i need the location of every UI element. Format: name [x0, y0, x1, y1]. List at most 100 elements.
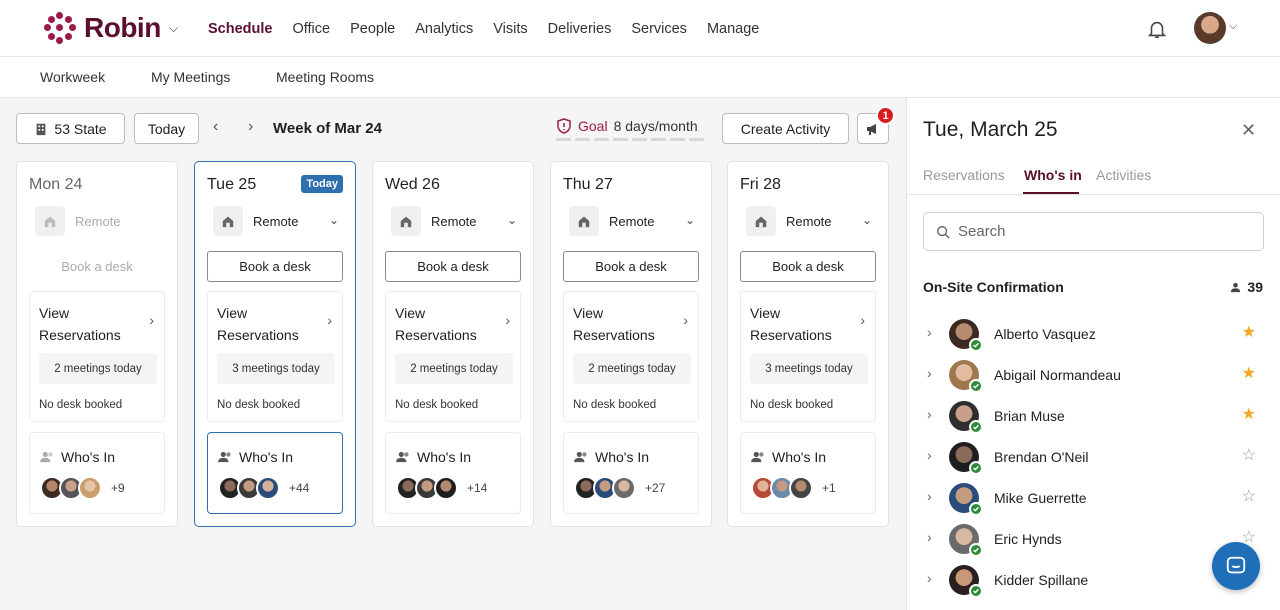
location-selector[interactable]: Remote ⌄: [213, 206, 339, 236]
notification-badge: 1: [876, 106, 895, 125]
robin-logo[interactable]: Robin ⌵: [44, 12, 178, 44]
chevron-down-icon[interactable]: ⌵: [1229, 20, 1237, 33]
person-row[interactable]: › Alberto Vasquez ★: [923, 316, 1264, 356]
star-outline-icon[interactable]: ☆: [1242, 445, 1256, 465]
check-icon: [969, 338, 983, 352]
location-selector[interactable]: Remote ⌄: [746, 206, 872, 236]
chevron-down-icon[interactable]: ⌵: [169, 21, 178, 36]
tab-whos-in[interactable]: Who's in: [1024, 167, 1082, 183]
location-selector[interactable]: Remote ⌄: [391, 206, 517, 236]
meetings-count: 2 meetings today: [39, 353, 157, 384]
person-icon: [1231, 282, 1241, 292]
schedule-main: 53 State Today ‹ › Week of Mar 24 Goal 8…: [0, 98, 905, 610]
meetings-count: 2 meetings today: [573, 353, 691, 384]
star-filled-icon[interactable]: ★: [1242, 322, 1256, 342]
star-outline-icon[interactable]: ☆: [1242, 486, 1256, 506]
nav-people[interactable]: People: [350, 21, 395, 37]
more-count: +27: [645, 481, 666, 495]
location-label: Remote: [253, 213, 299, 229]
whos-in-label: Who's In: [595, 449, 650, 465]
shield-icon: [557, 118, 571, 134]
today-button[interactable]: Today: [134, 113, 199, 144]
main-nav: Schedule Office People Analytics Visits …: [208, 0, 779, 57]
home-icon: [391, 206, 421, 236]
location-selector[interactable]: 53 State: [16, 113, 125, 144]
user-avatar[interactable]: [1194, 12, 1226, 44]
person-row[interactable]: › Abigail Normandeau ★: [923, 357, 1264, 397]
location-selector[interactable]: Remote ⌄: [569, 206, 695, 236]
person-row[interactable]: › Brendan O'Neil ☆: [923, 439, 1264, 479]
home-icon: [746, 206, 776, 236]
subnav-workweek[interactable]: Workweek: [40, 69, 105, 85]
book-desk-button[interactable]: Book a desk: [207, 251, 343, 282]
view-reservations-card[interactable]: View Reservations › 2 meetings today No …: [29, 291, 165, 422]
whos-in-label: Who's In: [417, 449, 472, 465]
chevron-right-icon[interactable]: ›: [927, 570, 932, 586]
nav-analytics[interactable]: Analytics: [415, 21, 473, 37]
book-desk-button[interactable]: Book a desk: [385, 251, 521, 282]
chevron-down-icon: ⌄: [861, 213, 872, 227]
chevron-right-icon[interactable]: ›: [248, 118, 253, 136]
book-desk-button[interactable]: Book a desk: [740, 251, 876, 282]
chevron-right-icon[interactable]: ›: [927, 529, 932, 545]
nav-visits[interactable]: Visits: [493, 21, 527, 37]
nav-manage[interactable]: Manage: [707, 21, 759, 37]
day-card-mon: Mon 24 Remote Book a desk View Reservati…: [16, 161, 178, 527]
search-input[interactable]: Search: [923, 212, 1264, 251]
person-row[interactable]: › Brian Muse ★: [923, 398, 1264, 438]
view-reservations-card[interactable]: View Reservations › 3 meetings today No …: [740, 291, 876, 422]
desk-status: No desk booked: [750, 399, 834, 411]
person-row[interactable]: › Eric Hynds ☆: [923, 521, 1264, 561]
tab-reservations[interactable]: Reservations: [923, 167, 1005, 183]
close-icon[interactable]: ✕: [1241, 120, 1256, 141]
whos-in-card[interactable]: Who's In +1: [740, 432, 876, 514]
chevron-right-icon[interactable]: ›: [927, 488, 932, 504]
whos-in-label: Who's In: [61, 449, 116, 465]
people-icon: [218, 451, 231, 463]
book-desk-button[interactable]: Book a desk: [563, 251, 699, 282]
create-activity-button[interactable]: Create Activity: [722, 113, 849, 144]
whos-in-card[interactable]: Who's In +14: [385, 432, 521, 514]
star-filled-icon[interactable]: ★: [1242, 363, 1256, 383]
search-icon: [937, 225, 950, 239]
desk-status: No desk booked: [217, 399, 301, 411]
chevron-left-icon[interactable]: ‹: [213, 118, 218, 136]
day-card-tue: Tue 25 Today Remote ⌄ Book a desk View R…: [194, 161, 356, 527]
location-label: Remote: [786, 213, 832, 229]
whos-in-card[interactable]: Who's In +9: [29, 432, 165, 514]
chevron-right-icon: ›: [149, 312, 154, 328]
star-filled-icon[interactable]: ★: [1242, 404, 1256, 424]
panel-title: Tue, March 25: [923, 118, 1058, 141]
day-title: Fri 28: [740, 176, 781, 193]
chevron-right-icon[interactable]: ›: [927, 365, 932, 381]
bell-icon[interactable]: [1146, 18, 1168, 40]
chevron-right-icon[interactable]: ›: [927, 406, 932, 422]
person-row[interactable]: › Mike Guerrette ☆: [923, 480, 1264, 520]
location-label: Remote: [75, 213, 121, 229]
view-reservations-card[interactable]: View Reservations › 2 meetings today No …: [385, 291, 521, 422]
chevron-right-icon[interactable]: ›: [927, 324, 932, 340]
home-icon: [213, 206, 243, 236]
chat-support-button[interactable]: [1212, 542, 1260, 590]
more-count: +44: [289, 481, 310, 495]
desk-status: No desk booked: [395, 399, 479, 411]
subnav-my-meetings[interactable]: My Meetings: [151, 69, 230, 85]
whos-in-card[interactable]: Who's In +44: [207, 432, 343, 514]
check-icon: [969, 584, 983, 598]
more-count: +14: [467, 481, 488, 495]
tab-activities[interactable]: Activities: [1096, 167, 1151, 183]
nav-services[interactable]: Services: [631, 21, 687, 37]
nav-office[interactable]: Office: [292, 21, 330, 37]
search-placeholder: Search: [958, 223, 1006, 240]
view-reservations-card[interactable]: View Reservations › 2 meetings today No …: [563, 291, 699, 422]
goal-indicator[interactable]: Goal 8 days/month: [556, 118, 698, 134]
person-name: Brendan O'Neil: [994, 449, 1089, 465]
view-reservations-card[interactable]: View Reservations › 3 meetings today No …: [207, 291, 343, 422]
whos-in-card[interactable]: Who's In +27: [563, 432, 699, 514]
goal-progress: [556, 138, 708, 141]
view-reservations-label: View Reservations: [395, 305, 477, 343]
nav-deliveries[interactable]: Deliveries: [548, 21, 612, 37]
chevron-right-icon[interactable]: ›: [927, 447, 932, 463]
subnav-meeting-rooms[interactable]: Meeting Rooms: [276, 69, 374, 85]
nav-schedule[interactable]: Schedule: [208, 21, 272, 37]
